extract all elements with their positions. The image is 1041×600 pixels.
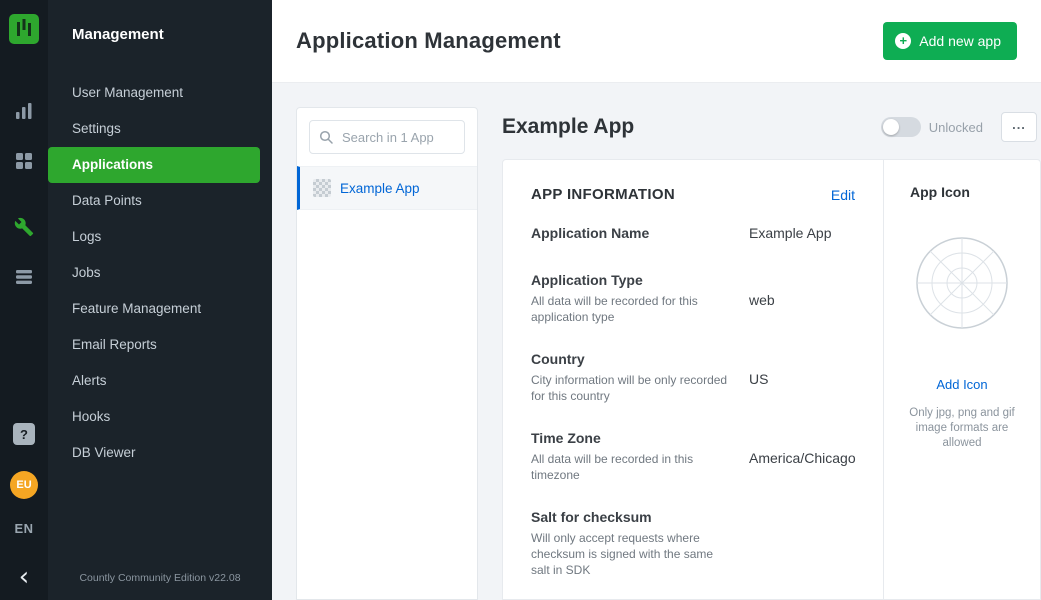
app-search [297,108,477,166]
add-new-app-label: Add new app [919,33,1001,49]
app-list-item[interactable]: Example App [297,166,477,210]
info-row-label: Salt for checksum [531,509,733,525]
sidebar-item-settings[interactable]: Settings [48,111,260,147]
info-row-label: Country [531,351,733,367]
sidebar-item-applications[interactable]: Applications [48,147,260,183]
app-list-item-label: Example App [340,181,420,196]
sidebar-item-user-management[interactable]: User Management [48,75,260,111]
info-row-country: Country City information will be only re… [531,351,855,404]
more-options-button[interactable]: ... [1001,112,1037,142]
collapse-sidebar-icon[interactable]: ‹ [19,564,29,590]
content-area: Example App Example App Unlocked ... [272,83,1041,600]
language-selector[interactable]: EN [14,521,33,536]
lock-control: Unlocked [881,117,983,137]
app-icon-placeholder[interactable] [915,236,1009,335]
data-manager-icon[interactable] [12,265,36,289]
main-area: Application Management + Add new app [272,0,1041,600]
info-row-left: Salt for checksum Will only accept reque… [531,509,749,578]
sidebar-item-jobs[interactable]: Jobs [48,255,260,291]
info-row-left: Application Name [531,225,749,246]
app-window: ? EU EN ‹ Management User Management Set… [0,0,1041,600]
sidebar-item-alerts[interactable]: Alerts [48,363,260,399]
page-title: Application Management [296,28,561,54]
info-row-application-type: Application Type All data will be record… [531,272,855,325]
feedback-icon[interactable]: ? [13,423,35,445]
add-icon-link[interactable]: Add Icon [936,377,987,392]
info-row-left: Country City information will be only re… [531,351,749,404]
app-placeholder-icon [313,179,331,197]
app-info-section: APP INFORMATION Edit Application Name Ex… [503,160,883,599]
sidebar-item-feature-management[interactable]: Feature Management [48,291,260,327]
analytics-icon[interactable] [12,99,36,123]
info-row-label: Application Type [531,272,733,288]
info-row-desc: All data will be recorded for this appli… [531,293,733,325]
icon-rail: ? EU EN ‹ [0,0,48,600]
lock-toggle[interactable] [881,117,921,137]
dashboards-icon[interactable] [12,149,36,173]
info-row-salt-for-checksum: Salt for checksum Will only accept reque… [531,509,855,578]
info-row-value: America/Chicago [749,450,856,483]
sidebar-item-hooks[interactable]: Hooks [48,399,260,435]
lock-state-label: Unlocked [929,120,983,135]
app-icon-panel: App Icon Add [883,160,1040,599]
app-detail: Example App Unlocked ... APP INFORMATION… [502,107,1041,600]
app-icon-heading: App Icon [900,184,970,200]
info-row-label: Application Name [531,225,733,241]
app-info-card: APP INFORMATION Edit Application Name Ex… [502,159,1041,600]
app-info-heading: APP INFORMATION [531,186,675,203]
info-row-label: Time Zone [531,430,733,446]
page-header: Application Management + Add new app [272,0,1041,83]
plus-icon: + [895,33,911,49]
management-sidebar: Management User Management Settings Appl… [48,0,272,600]
apps-list-panel: Example App [296,107,478,600]
info-row-time-zone: Time Zone All data will be recorded in t… [531,430,855,483]
user-avatar[interactable]: EU [10,471,38,499]
info-row-desc: Will only accept requests where checksum… [531,530,733,578]
info-row-left: Time Zone All data will be recorded in t… [531,430,749,483]
sidebar-item-logs[interactable]: Logs [48,219,260,255]
info-row-left: Application Type All data will be record… [531,272,749,325]
countly-logo-icon [9,14,39,44]
management-wrench-icon[interactable] [12,215,36,239]
version-label: Countly Community Edition v22.08 [48,556,272,600]
info-row-value: web [749,292,775,325]
sidebar-item-email-reports[interactable]: Email Reports [48,327,260,363]
add-new-app-button[interactable]: + Add new app [883,22,1017,60]
app-info-heading-row: APP INFORMATION Edit [531,186,855,203]
countly-logo[interactable] [9,14,39,49]
info-row-application-name: Application Name Example App [531,225,855,246]
info-row-value: Example App [749,225,832,246]
sidebar-title: Management [48,0,272,75]
app-detail-title: Example App [502,115,634,139]
info-row-value: US [749,371,768,404]
app-detail-header: Example App Unlocked ... [502,107,1041,147]
search-icon [319,130,333,149]
info-row-desc: All data will be recorded in this timezo… [531,451,733,483]
info-row-desc: City information will be only recorded f… [531,372,733,404]
edit-link[interactable]: Edit [831,187,855,203]
sidebar-item-data-points[interactable]: Data Points [48,183,260,219]
sidebar-item-db-viewer[interactable]: DB Viewer [48,435,260,471]
icon-formats-note: Only jpg, png and gif image formats are … [901,406,1023,451]
toggle-knob-icon [883,119,899,135]
